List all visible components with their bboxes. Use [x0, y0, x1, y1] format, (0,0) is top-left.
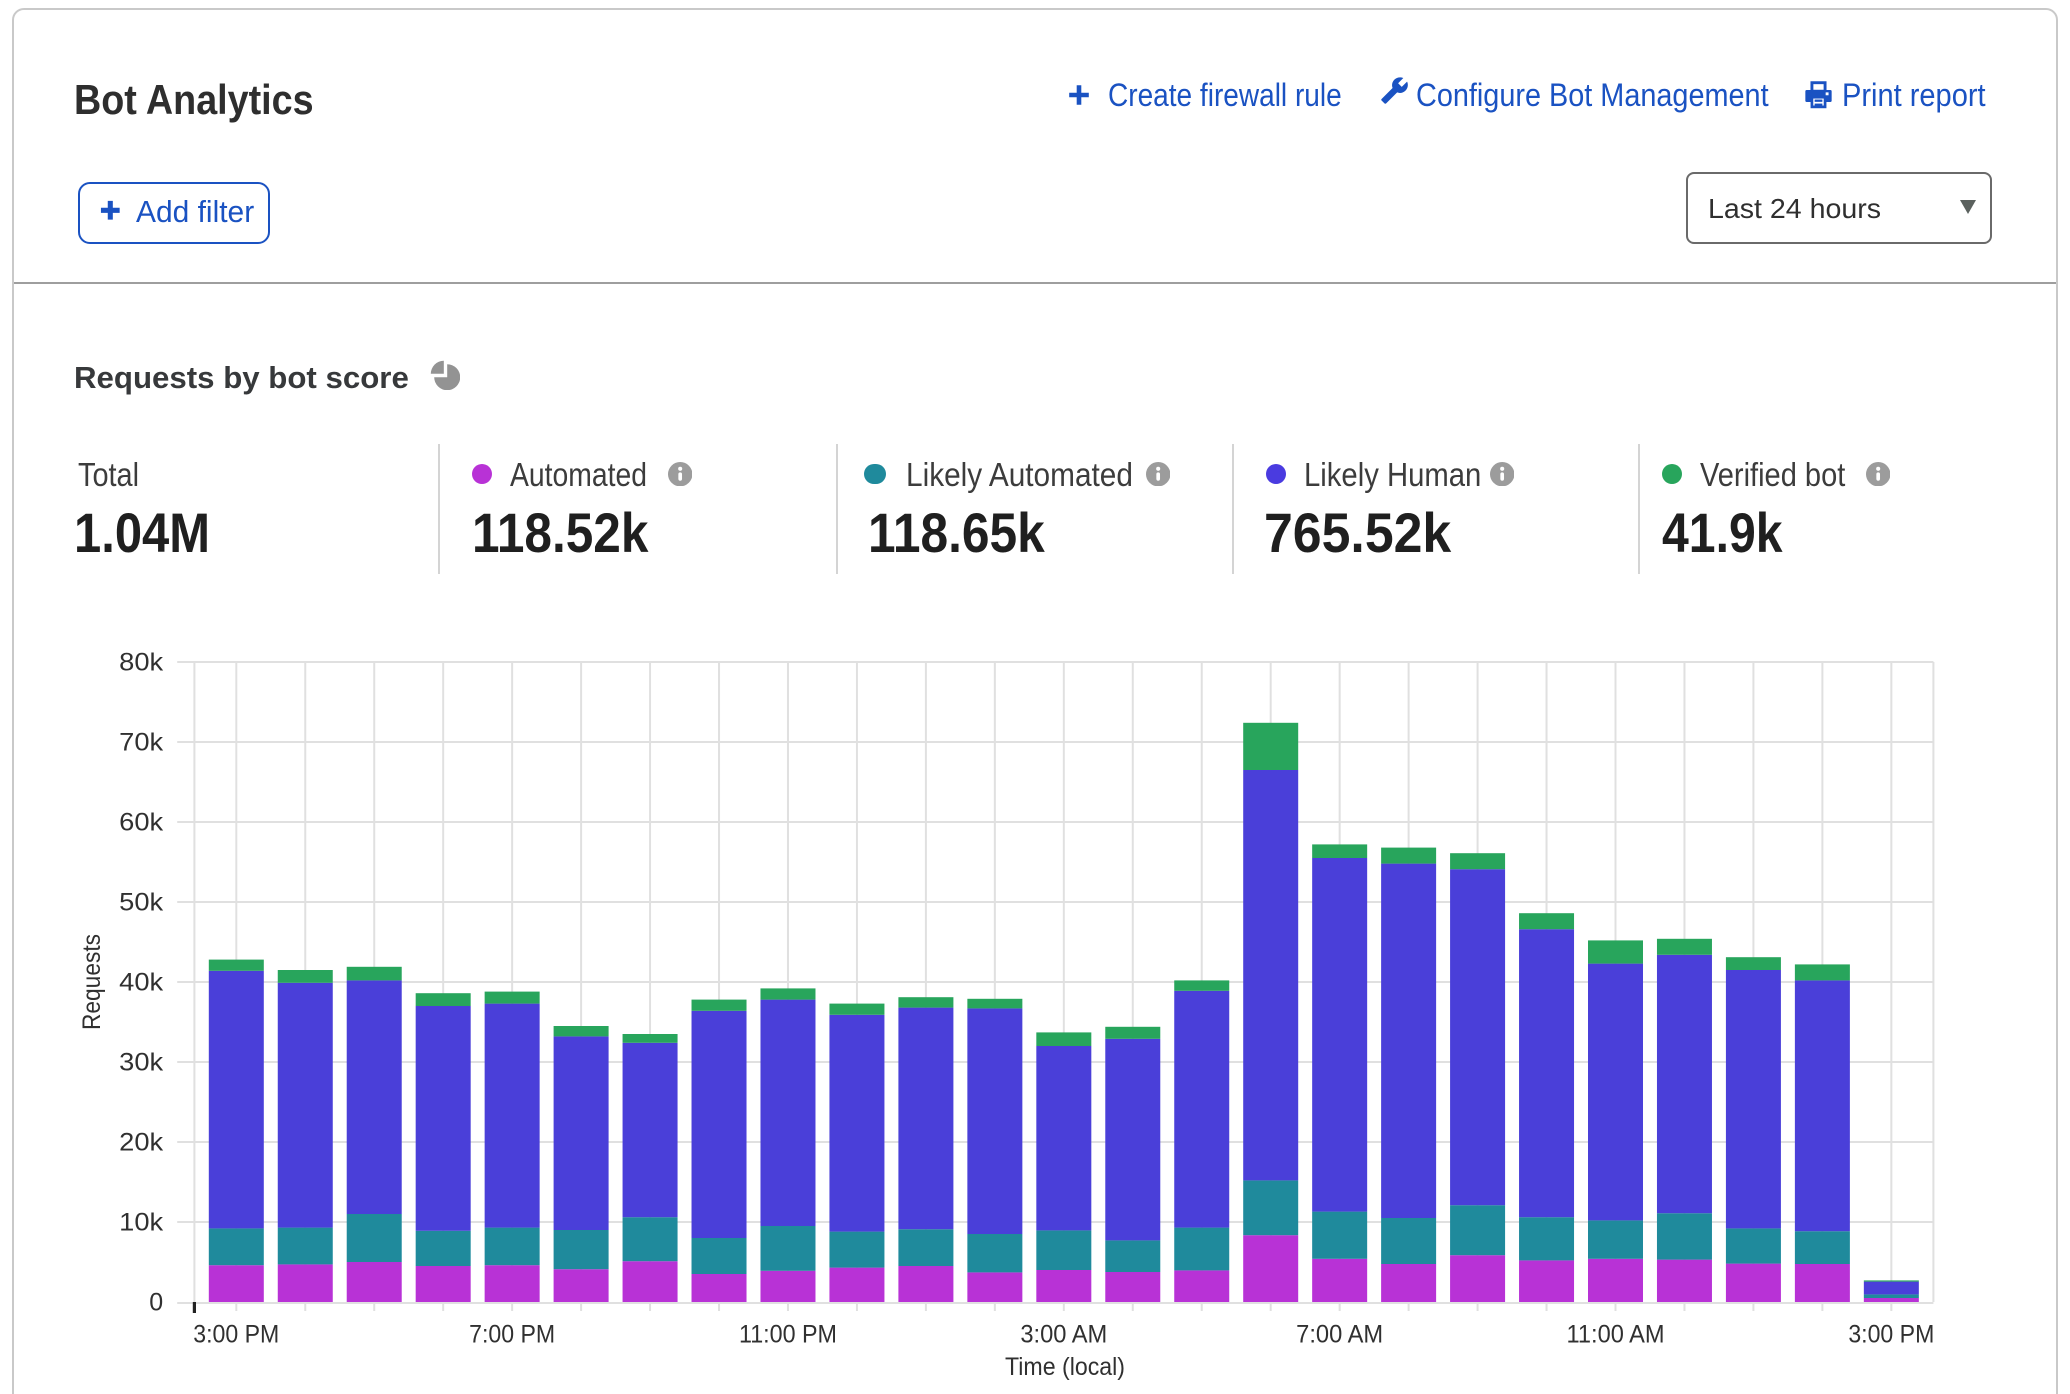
svg-text:20k: 20k [119, 1129, 164, 1157]
svg-text:7:00 AM: 7:00 AM [1296, 1321, 1383, 1349]
svg-text:3:00 PM: 3:00 PM [193, 1321, 279, 1349]
svg-text:70k: 70k [119, 729, 164, 757]
svg-text:10k: 10k [119, 1209, 164, 1237]
svg-text:11:00 AM: 11:00 AM [1567, 1321, 1665, 1349]
svg-text:0: 0 [149, 1289, 163, 1317]
svg-text:3:00 AM: 3:00 AM [1020, 1321, 1107, 1349]
svg-text:30k: 30k [119, 1049, 164, 1077]
svg-text:7:00 PM: 7:00 PM [469, 1321, 555, 1349]
svg-text:3:00 PM: 3:00 PM [1848, 1321, 1934, 1349]
svg-text:11:00 PM: 11:00 PM [739, 1321, 837, 1349]
svg-text:40k: 40k [119, 969, 164, 997]
svg-text:Time (local): Time (local) [1005, 1353, 1125, 1381]
svg-text:80k: 80k [119, 649, 164, 677]
svg-text:Requests: Requests [78, 934, 106, 1030]
svg-text:60k: 60k [119, 809, 164, 837]
svg-text:50k: 50k [119, 889, 164, 917]
